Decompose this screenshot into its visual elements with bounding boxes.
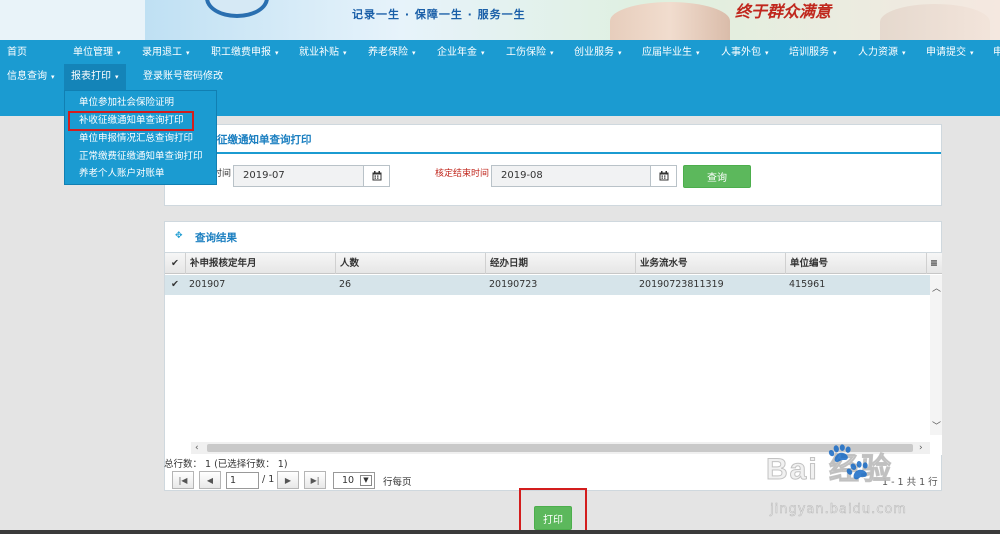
banner-photo-right bbox=[880, 4, 990, 40]
rows-per-page-label: 行每页 bbox=[383, 477, 412, 488]
cell-period: 201907 bbox=[189, 279, 226, 290]
col-header-unit-no[interactable]: 单位编号 bbox=[785, 253, 926, 274]
banner-slogan: 记录一生 · 保障一生 · 服务一生 bbox=[352, 8, 526, 21]
scroll-down-icon[interactable]: ﹀ bbox=[932, 421, 941, 433]
nav-human-resources[interactable]: 人力资源 ▾ bbox=[855, 43, 909, 63]
banner-motto: 终于群众满意 bbox=[735, 2, 832, 21]
chevron-down-icon: ▾ bbox=[833, 49, 837, 57]
nav-report-print[interactable]: 报表打印 ▾ bbox=[64, 64, 126, 90]
chevron-down-icon: ▾ bbox=[970, 49, 974, 57]
col-header-period[interactable]: 补申报核定年月 bbox=[185, 253, 335, 274]
calendar-icon[interactable] bbox=[650, 166, 676, 186]
report-print-dropdown: 单位参加社会保险证明 补收征缴通知单查询打印 单位申报情况汇总查询打印 正常缴费… bbox=[64, 90, 217, 185]
cell-count: 26 bbox=[339, 279, 352, 290]
chevron-down-icon: ▾ bbox=[115, 73, 119, 81]
column-menu-icon[interactable]: ≡ bbox=[926, 253, 942, 274]
chevron-down-icon[interactable]: ▼ bbox=[360, 475, 372, 486]
nav-enterprise-annuity[interactable]: 企业年金 ▾ bbox=[434, 43, 488, 63]
grid-header: ✔ 补申报核定年月 人数 经办日期 业务流水号 单位编号 ≡ bbox=[165, 253, 942, 274]
nav-password-change[interactable]: 登录账号密码修改 bbox=[140, 67, 226, 87]
nav-startup-service[interactable]: 创业服务 ▾ bbox=[571, 43, 625, 63]
nav-pension[interactable]: 养老保险 ▾ bbox=[365, 43, 419, 63]
end-time-label: 核定结束时间 bbox=[434, 169, 489, 179]
col-header-count[interactable]: 人数 bbox=[335, 253, 485, 274]
vertical-scrollbar[interactable]: ︿ ﹀ bbox=[930, 275, 942, 435]
chevron-down-icon: ▾ bbox=[902, 49, 906, 57]
calendar-icon[interactable] bbox=[363, 166, 389, 186]
select-all-check-icon[interactable]: ✔ bbox=[165, 253, 185, 274]
nav-hire-dismiss[interactable]: 录用退工 ▾ bbox=[139, 43, 193, 63]
start-date-field[interactable]: 2019-07 bbox=[233, 165, 390, 187]
chevron-down-icon: ▾ bbox=[618, 49, 622, 57]
nav-employment-subsidy[interactable]: 就业补贴 ▾ bbox=[296, 43, 350, 63]
nav-training[interactable]: 培训服务 ▾ bbox=[786, 43, 840, 63]
chevron-down-icon: ▾ bbox=[117, 49, 121, 57]
start-date-value: 2019-07 bbox=[243, 170, 285, 181]
baidu-watermark: Bai 经验 🐾 jingyan.baidu.com bbox=[765, 440, 1000, 534]
menu-item-supplementary-notice[interactable]: 补收征缴通知单查询打印 bbox=[68, 111, 194, 131]
title-underline bbox=[165, 152, 941, 154]
rows-per-page-value: 10 bbox=[342, 475, 355, 486]
page-total: / 1 bbox=[262, 474, 275, 485]
banner-photo bbox=[610, 2, 730, 40]
table-row[interactable]: ✔ 201907 26 20190723 20190723811319 4159… bbox=[165, 275, 930, 295]
end-date-value: 2019-08 bbox=[501, 170, 543, 181]
nav-more-truncated[interactable]: 申 bbox=[990, 43, 1000, 63]
col-header-handle-date[interactable]: 经办日期 bbox=[485, 253, 635, 274]
cell-handle-date: 20190723 bbox=[489, 279, 538, 290]
page-number-input[interactable]: 1 bbox=[226, 472, 259, 489]
chevron-down-icon: ▾ bbox=[412, 49, 416, 57]
nav-injury-insurance[interactable]: 工伤保险 ▾ bbox=[503, 43, 557, 63]
end-date-field[interactable]: 2019-08 bbox=[491, 165, 677, 187]
chevron-down-icon: ▾ bbox=[481, 49, 485, 57]
query-button[interactable]: 查询 bbox=[683, 165, 751, 188]
first-page-icon[interactable]: |◀ bbox=[172, 471, 194, 489]
nav-application-submit[interactable]: 申请提交 ▾ bbox=[923, 43, 977, 63]
results-grid: ✔ 补申报核定年月 人数 经办日期 业务流水号 单位编号 ≡ ✔ 201907 … bbox=[165, 252, 942, 455]
row-check-icon[interactable]: ✔ bbox=[165, 275, 185, 295]
next-page-icon[interactable]: ▶ bbox=[277, 471, 299, 489]
scroll-left-icon[interactable]: ‹ bbox=[195, 442, 199, 454]
chevron-down-icon: ▾ bbox=[51, 73, 55, 81]
nav-hr-outsourcing[interactable]: 人事外包 ▾ bbox=[718, 43, 772, 63]
last-page-icon[interactable]: ▶| bbox=[304, 471, 326, 489]
chevron-down-icon: ▾ bbox=[550, 49, 554, 57]
nav-unit-management[interactable]: 单位管理 ▾ bbox=[70, 43, 124, 63]
nav-home[interactable]: 首页 bbox=[4, 43, 30, 63]
paw-icon: 🐾 bbox=[826, 441, 871, 482]
nav-info-query[interactable]: 信息查询 ▾ bbox=[4, 67, 58, 87]
print-button[interactable]: 打印 bbox=[534, 506, 572, 530]
watermark-url: jingyan.baidu.com bbox=[770, 502, 907, 518]
scroll-up-icon[interactable]: ︿ bbox=[932, 283, 941, 295]
menu-item-insurance-certificate[interactable]: 单位参加社会保险证明 bbox=[79, 95, 174, 111]
rows-per-page-select[interactable]: 10 ▼ bbox=[333, 472, 375, 489]
chevron-down-icon: ▾ bbox=[696, 49, 700, 57]
chevron-down-icon: ▾ bbox=[275, 49, 279, 57]
results-panel-title: 查询结果 bbox=[195, 232, 237, 244]
menu-item-pension-statement[interactable]: 养老个人账户对账单 bbox=[79, 166, 165, 182]
nav-payment-declaration[interactable]: 职工缴费申报 ▾ bbox=[208, 43, 282, 63]
menu-item-normal-payment-notice[interactable]: 正常缴费征缴通知单查询打印 bbox=[79, 149, 203, 165]
menu-item-declaration-summary[interactable]: 单位申报情况汇总查询打印 bbox=[79, 131, 193, 147]
chevron-down-icon: ▾ bbox=[186, 49, 190, 57]
chevron-down-icon: ▾ bbox=[343, 49, 347, 57]
query-panel-title: 征缴通知单查询打印 bbox=[217, 134, 312, 146]
cell-unit-no: 415961 bbox=[789, 279, 826, 290]
site-banner: 记录一生 · 保障一生 · 服务一生 终于群众满意 bbox=[0, 0, 1000, 40]
col-header-serial-no[interactable]: 业务流水号 bbox=[635, 253, 785, 274]
diamond-icon: ✥ bbox=[175, 231, 183, 241]
banner-left bbox=[0, 0, 145, 40]
query-panel: 征缴通知单查询打印 时间 2019-07 核定结束时间 2019-08 查询 bbox=[164, 124, 942, 206]
total-rows-info: 总行数： 1 (已选择行数： 1) bbox=[164, 459, 288, 470]
banner-art bbox=[145, 0, 1000, 40]
prev-page-icon[interactable]: ◀ bbox=[199, 471, 221, 489]
taskbar bbox=[0, 530, 1000, 534]
cell-serial-no: 20190723811319 bbox=[639, 279, 724, 290]
chevron-down-icon: ▾ bbox=[765, 49, 769, 57]
nav-graduates[interactable]: 应届毕业生 ▾ bbox=[639, 43, 703, 63]
